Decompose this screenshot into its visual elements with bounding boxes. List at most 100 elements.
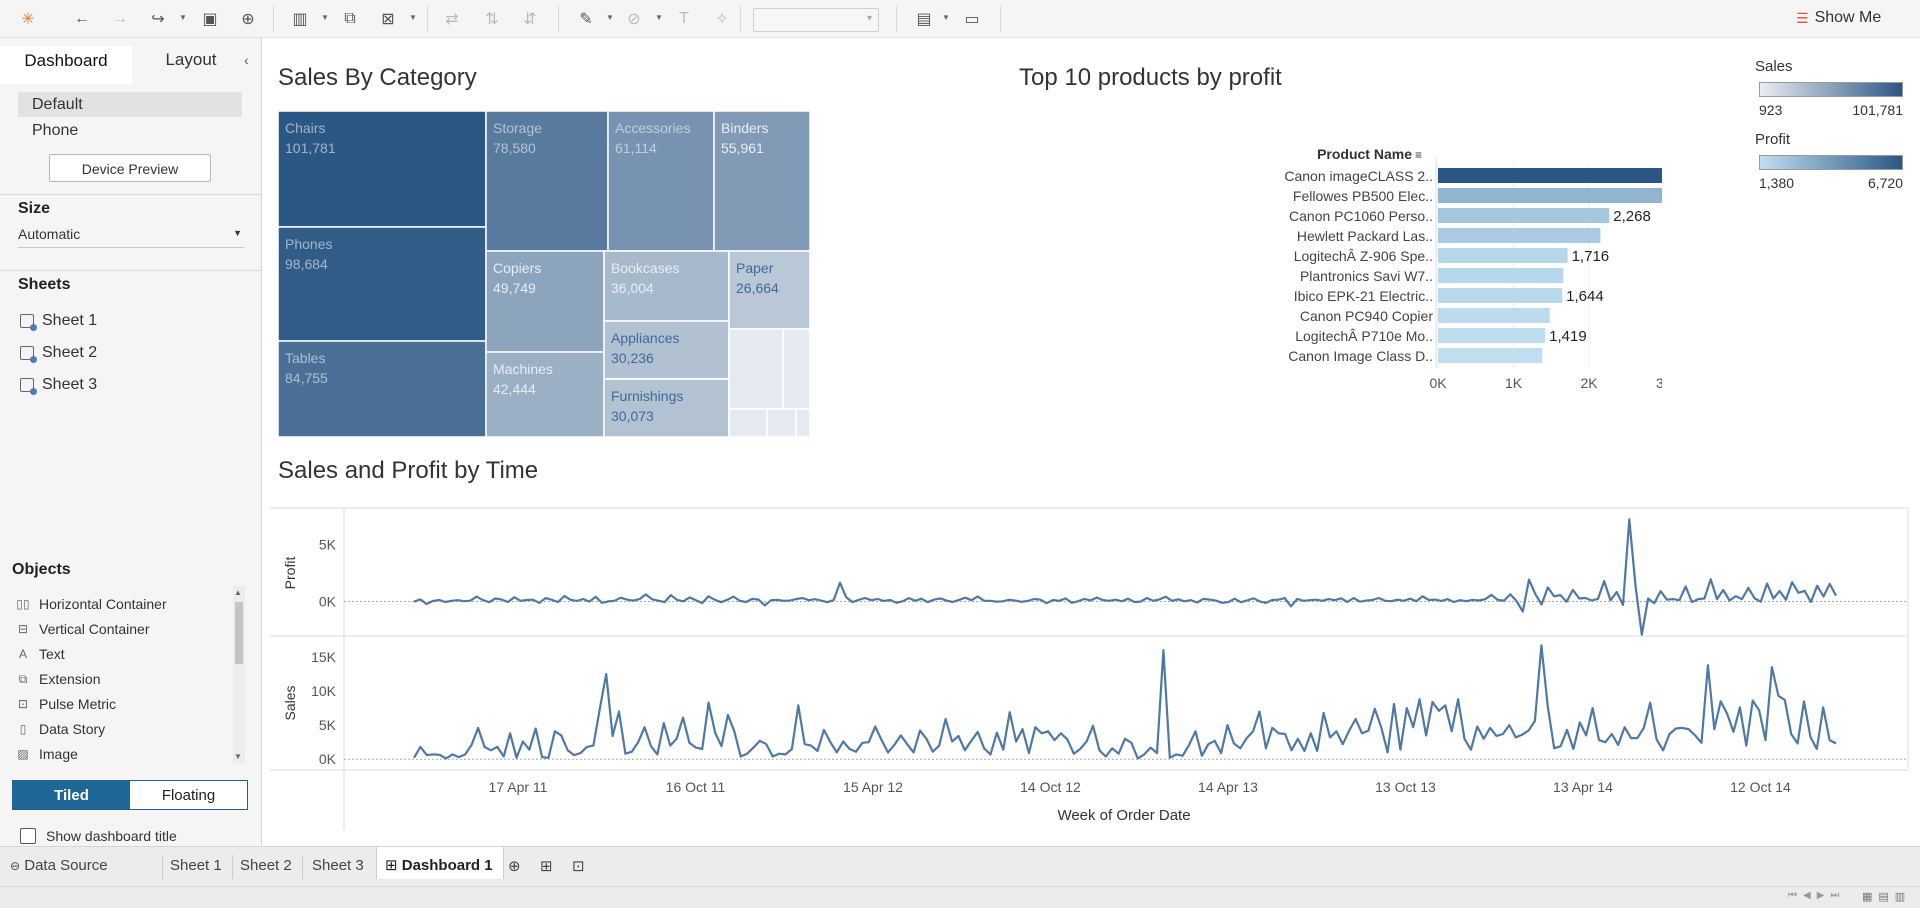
replay-icon[interactable]: ↪ xyxy=(146,7,170,31)
x-tick-label: 13 Apr 14 xyxy=(1553,779,1613,795)
treemap-label: Storage xyxy=(493,120,542,136)
sheet-item-3[interactable]: Sheet 3 xyxy=(20,376,98,395)
objects-scrollbar[interactable]: ▲ ▼ xyxy=(233,586,245,764)
undo-icon[interactable]: ← xyxy=(70,7,94,31)
scrollbar-thumb[interactable] xyxy=(235,602,243,664)
data-label: 2,268 xyxy=(1613,208,1651,225)
treemap-label: Copiers xyxy=(493,260,541,276)
treemap-value: 78,580 xyxy=(493,140,536,156)
show-title-checkbox[interactable] xyxy=(20,828,36,844)
scroll-up-icon[interactable]: ▲ xyxy=(234,588,242,597)
horizontal-container-icon: ▯▯ xyxy=(16,597,30,611)
object-data-story[interactable]: ▯ Data Story xyxy=(16,721,105,737)
sheet-tab-1[interactable]: Sheet 1 xyxy=(170,857,222,874)
top-products-bar-chart[interactable]: Product Name≡0K1K2K3K4K5K6K7KCanon image… xyxy=(1002,98,1662,428)
y-tick-label: 5K xyxy=(319,537,337,553)
tab-dashboard[interactable]: Dashboard xyxy=(0,46,132,84)
tab-layout[interactable]: Layout xyxy=(146,46,236,74)
new-worksheet-dropdown-icon[interactable]: ▼ xyxy=(321,13,329,22)
collapse-panel-icon[interactable]: ‹ xyxy=(244,52,249,68)
treemap-label: Paper xyxy=(736,260,774,276)
tab-navigation-icon[interactable]: ⏮◀▶⏭ xyxy=(1788,890,1845,901)
tiled-button[interactable]: Tiled xyxy=(13,781,130,809)
bar xyxy=(1438,328,1546,343)
category-label: Canon Image Class D.. xyxy=(1288,348,1433,364)
toolbar-divider xyxy=(273,6,274,32)
group-dropdown-icon[interactable]: ▼ xyxy=(655,13,663,22)
view-mode-icon[interactable]: ▦▤▥ xyxy=(1862,890,1911,903)
object-text[interactable]: A Text xyxy=(16,646,65,662)
object-image[interactable]: ▨ Image xyxy=(16,746,78,762)
tableau-logo-icon[interactable]: ✳ xyxy=(16,7,40,31)
object-extension[interactable]: ⧉ Extension xyxy=(16,671,101,687)
device-preview-button[interactable]: Device Preview xyxy=(49,154,211,182)
sheet-tab-2[interactable]: Sheet 2 xyxy=(240,857,292,874)
treemap-label: Machines xyxy=(493,361,553,377)
duplicate-sheet-icon[interactable]: ⧉ xyxy=(338,7,362,31)
toolbar-divider xyxy=(558,6,559,32)
pin-axes-icon[interactable]: ✧ xyxy=(710,7,734,31)
show-mark-labels-icon[interactable]: T xyxy=(672,7,696,31)
x-tick-label: 14 Apr 13 xyxy=(1198,779,1258,795)
data-label: 1,716 xyxy=(1572,248,1610,265)
size-select[interactable]: Automatic ▼ xyxy=(18,226,244,248)
scroll-down-icon[interactable]: ▼ xyxy=(234,752,242,761)
show-me-icon: ☰ xyxy=(1796,9,1809,26)
sheet-item-2[interactable]: Sheet 2 xyxy=(20,344,97,363)
object-pulse-metric[interactable]: ⊡ Pulse Metric xyxy=(16,696,116,712)
dashboard-tab[interactable]: ⊞ Dashboard 1 xyxy=(376,847,504,879)
x-tick-label: 1K xyxy=(1505,375,1523,391)
new-story-tab-icon[interactable]: ⊡ xyxy=(572,857,585,875)
group-members-icon[interactable]: ⊘ xyxy=(622,7,646,31)
x-tick-label: 15 Apr 12 xyxy=(843,779,903,795)
sort-descending-icon[interactable]: ⇵ xyxy=(518,7,542,31)
layout-mode-toggle: Tiled Floating xyxy=(12,780,248,810)
highlight-icon[interactable]: ✎ xyxy=(574,7,598,31)
bar xyxy=(1438,168,1662,183)
new-dashboard-tab-icon[interactable]: ⊞ xyxy=(540,857,553,875)
floating-button[interactable]: Floating xyxy=(130,781,247,809)
sales-color-legend[interactable] xyxy=(1759,82,1903,97)
highlight-dropdown-icon[interactable]: ▼ xyxy=(606,13,614,22)
clear-sheet-dropdown-icon[interactable]: ▼ xyxy=(409,13,417,22)
device-default[interactable]: Default xyxy=(18,92,242,117)
swap-rows-columns-icon[interactable]: ⇄ xyxy=(440,7,464,31)
show-me-button[interactable]: ☰ Show Me xyxy=(1796,9,1881,27)
sort-ascending-icon[interactable]: ⇅ xyxy=(480,7,504,31)
object-label: Data Story xyxy=(39,721,106,737)
treemap-value: 101,781 xyxy=(285,140,336,156)
new-worksheet-tab-icon[interactable]: ⊕ xyxy=(508,857,521,875)
show-cards-dropdown-icon[interactable]: ▼ xyxy=(942,13,950,22)
treemap-chart[interactable]: Chairs 101,781 Phones 98,684 Tables 84,755 Sto… xyxy=(278,111,810,437)
treemap-label: Binders xyxy=(721,120,768,136)
object-horizontal-container[interactable]: ▯▯ Horizontal Container xyxy=(16,596,166,612)
presentation-mode-icon[interactable]: ▭ xyxy=(960,7,984,31)
sheet-item-label: Sheet 1 xyxy=(42,312,98,329)
show-cards-icon[interactable]: ▤ xyxy=(912,7,936,31)
data-source-tab[interactable]: ⊖ Data Source xyxy=(10,857,108,874)
redo-icon[interactable]: → xyxy=(108,7,132,31)
data-label: 1,644 xyxy=(1566,288,1604,305)
clear-sheet-icon[interactable]: ⊠ xyxy=(376,7,400,31)
treemap-label: Tables xyxy=(285,350,325,366)
sales-profit-time-chart[interactable]: Profit 5K 0K Sales 15K 10K 5K 0K 17 Apr 11 16 Oct… xyxy=(262,498,1920,846)
save-icon[interactable]: ▣ xyxy=(198,7,222,31)
sheet-item-label: Sheet 3 xyxy=(42,376,98,393)
profit-color-legend[interactable] xyxy=(1759,155,1903,170)
treemap-value: 26,664 xyxy=(736,280,779,296)
fit-select[interactable] xyxy=(753,8,879,32)
replay-dropdown-icon[interactable]: ▼ xyxy=(179,13,187,22)
new-worksheet-icon[interactable]: ▥ xyxy=(288,7,312,31)
category-label: LogitechÂ Z-906 Spe.. xyxy=(1294,248,1433,264)
device-phone[interactable]: Phone xyxy=(18,118,242,143)
object-vertical-container[interactable]: ⊟ Vertical Container xyxy=(16,621,150,637)
sheet-tab-3[interactable]: Sheet 3 xyxy=(312,857,364,874)
category-label: Plantronics Savi W7.. xyxy=(1300,268,1433,284)
sheet-item-1[interactable]: Sheet 1 xyxy=(20,312,98,331)
treemap-title: Sales By Category xyxy=(278,64,477,91)
new-data-source-icon[interactable]: ⊕ xyxy=(236,7,260,31)
category-label: Ibico EPK-21 Electric.. xyxy=(1294,288,1433,304)
treemap-value: 55,961 xyxy=(721,140,764,156)
divider xyxy=(0,194,262,195)
toolbar: ✳ ← → ↪ ▼ ▣ ⊕ ▥ ▼ ⧉ ⊠ ▼ ⇄ ⇅ ⇵ ✎ ▼ ⊘ ▼ T … xyxy=(0,0,1920,38)
